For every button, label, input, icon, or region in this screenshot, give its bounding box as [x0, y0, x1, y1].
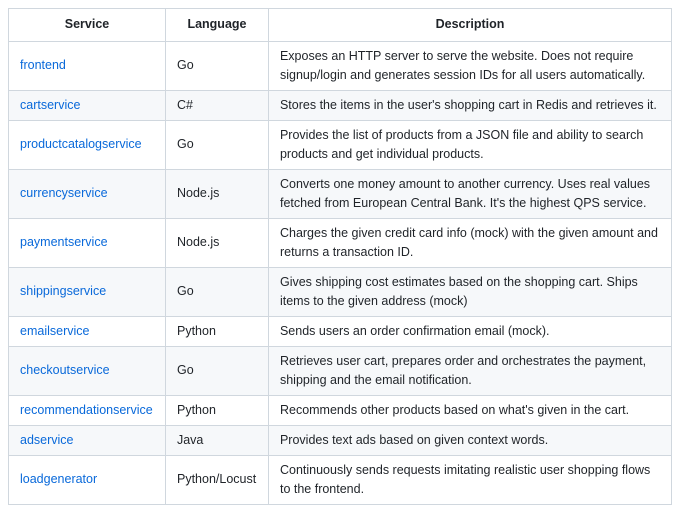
- service-cell: paymentservice: [8, 218, 166, 268]
- language-cell: Go: [164, 346, 269, 396]
- service-cell: loadgenerator: [8, 455, 166, 505]
- description-cell: Gives shipping cost estimates based on t…: [267, 267, 673, 317]
- description-cell: Continuously sends requests imitating re…: [267, 455, 673, 505]
- service-link-emailservice[interactable]: emailservice: [20, 324, 89, 338]
- language-cell: C#: [164, 90, 269, 121]
- description-cell: Provides text ads based on given context…: [267, 425, 673, 456]
- service-link-recommendationservice[interactable]: recommendationservice: [20, 403, 153, 417]
- service-link-currencyservice[interactable]: currencyservice: [20, 186, 108, 200]
- service-cell: frontend: [8, 41, 166, 91]
- language-cell: Go: [164, 267, 269, 317]
- description-cell: Converts one money amount to another cur…: [267, 169, 673, 219]
- service-cell: recommendationservice: [8, 395, 166, 426]
- table-row: loadgenerator Python/Locust Continuously…: [8, 455, 673, 505]
- service-link-cartservice[interactable]: cartservice: [20, 98, 80, 112]
- service-cell: shippingservice: [8, 267, 166, 317]
- service-link-paymentservice[interactable]: paymentservice: [20, 235, 108, 249]
- service-link-adservice[interactable]: adservice: [20, 433, 74, 447]
- service-link-shippingservice[interactable]: shippingservice: [20, 284, 106, 298]
- description-cell: Provides the list of products from a JSO…: [267, 120, 673, 170]
- table-row: emailservice Python Sends users an order…: [8, 316, 673, 347]
- column-header-service: Service: [8, 8, 166, 42]
- description-cell: Retrieves user cart, prepares order and …: [267, 346, 673, 396]
- language-cell: Python: [164, 395, 269, 426]
- description-cell: Recommends other products based on what'…: [267, 395, 673, 426]
- table-row: paymentservice Node.js Charges the given…: [8, 218, 673, 268]
- service-link-loadgenerator[interactable]: loadgenerator: [20, 472, 97, 486]
- table-row: productcatalogservice Go Provides the li…: [8, 120, 673, 170]
- table-row: frontend Go Exposes an HTTP server to se…: [8, 41, 673, 91]
- service-link-frontend[interactable]: frontend: [20, 58, 66, 72]
- services-table: Service Language Description frontend Go…: [8, 8, 673, 505]
- service-cell: emailservice: [8, 316, 166, 347]
- table-row: shippingservice Go Gives shipping cost e…: [8, 267, 673, 317]
- language-cell: Go: [164, 41, 269, 91]
- table-row: cartservice C# Stores the items in the u…: [8, 90, 673, 121]
- language-cell: Python: [164, 316, 269, 347]
- table-row: currencyservice Node.js Converts one mon…: [8, 169, 673, 219]
- description-cell: Charges the given credit card info (mock…: [267, 218, 673, 268]
- column-header-language: Language: [164, 8, 269, 42]
- language-cell: Node.js: [164, 169, 269, 219]
- service-cell: checkoutservice: [8, 346, 166, 396]
- language-cell: Java: [164, 425, 269, 456]
- column-header-description: Description: [267, 8, 673, 42]
- service-link-productcatalogservice[interactable]: productcatalogservice: [20, 137, 142, 151]
- description-cell: Sends users an order confirmation email …: [267, 316, 673, 347]
- description-cell: Stores the items in the user's shopping …: [267, 90, 673, 121]
- table-row: recommendationservice Python Recommends …: [8, 395, 673, 426]
- service-cell: adservice: [8, 425, 166, 456]
- language-cell: Go: [164, 120, 269, 170]
- service-cell: productcatalogservice: [8, 120, 166, 170]
- language-cell: Python/Locust: [164, 455, 269, 505]
- service-link-checkoutservice[interactable]: checkoutservice: [20, 363, 110, 377]
- service-cell: cartservice: [8, 90, 166, 121]
- table-row: checkoutservice Go Retrieves user cart, …: [8, 346, 673, 396]
- service-cell: currencyservice: [8, 169, 166, 219]
- language-cell: Node.js: [164, 218, 269, 268]
- description-cell: Exposes an HTTP server to serve the webs…: [267, 41, 673, 91]
- table-header-row: Service Language Description: [8, 8, 673, 42]
- table-row: adservice Java Provides text ads based o…: [8, 425, 673, 456]
